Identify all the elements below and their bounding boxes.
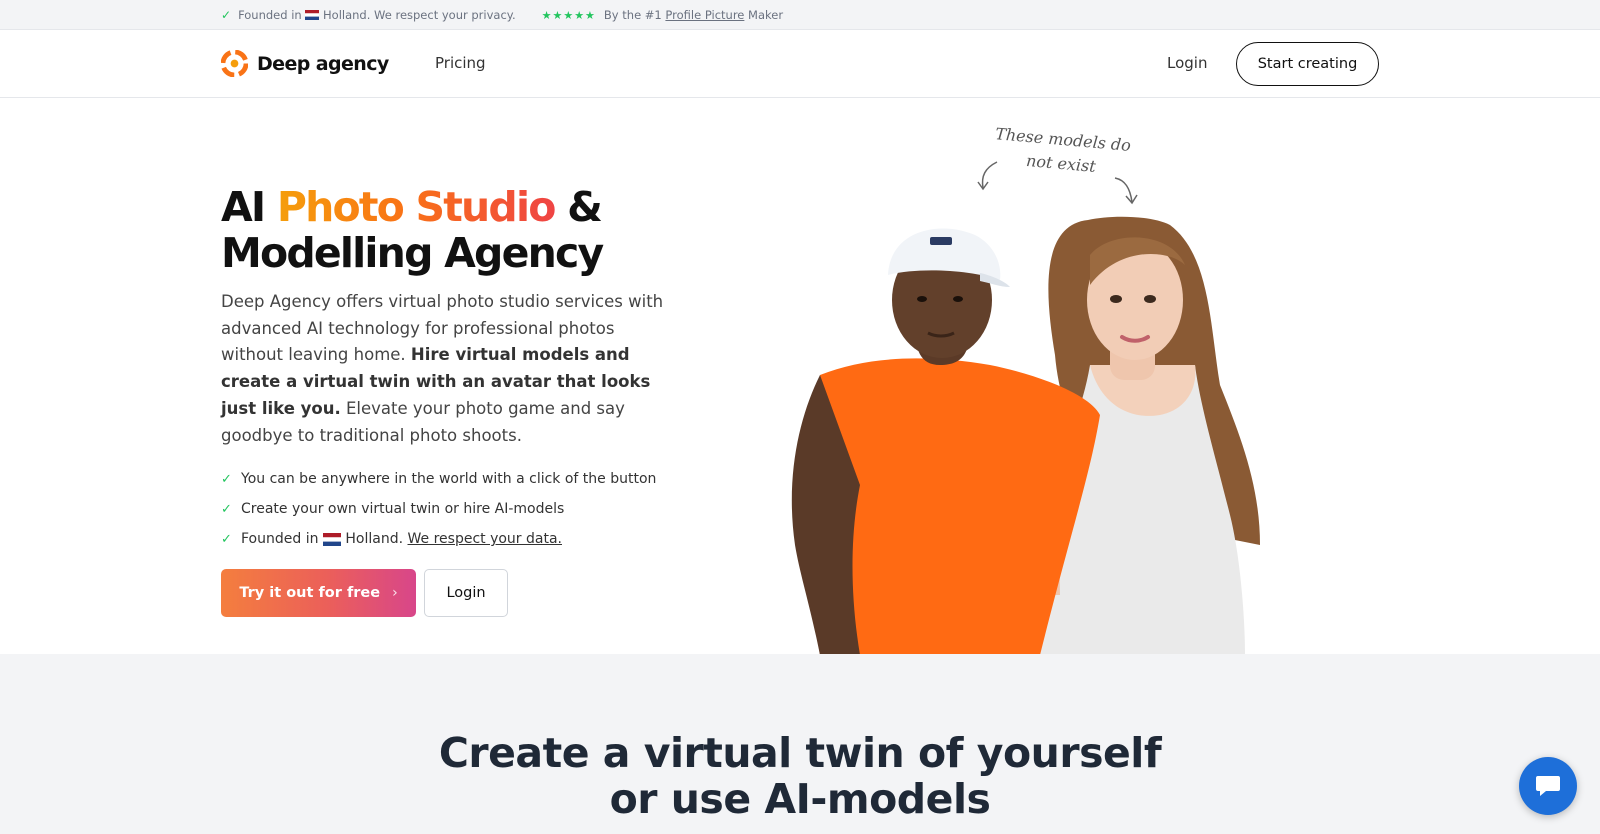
list-item: ✓ Founded in Holland. We respect your da…	[221, 524, 656, 554]
try-free-button[interactable]: Try it out for free ›	[221, 569, 416, 617]
hero-title-highlight: Photo Studio	[276, 183, 557, 231]
start-creating-button[interactable]: Start creating	[1236, 42, 1379, 86]
section-title-line1: Create a virtual twin of yourself	[438, 729, 1162, 777]
hero-login-button[interactable]: Login	[424, 569, 508, 617]
feature-text-middle: Holland.	[345, 531, 404, 547]
check-icon: ✓	[221, 501, 232, 517]
check-icon: ✓	[221, 8, 232, 22]
feature-list: ✓ You can be anywhere in the world with …	[221, 464, 656, 554]
ai-models-image	[791, 216, 1260, 655]
hero-title-ampersand: &	[567, 183, 603, 231]
feature-text: Create your own virtual twin or hire AI-…	[241, 501, 565, 517]
top-announcement-bar: ✓ Founded in Holland. We respect your pr…	[0, 0, 1600, 30]
feature-text-prefix: Founded in	[241, 531, 319, 547]
nav-login-link[interactable]: Login	[1167, 54, 1207, 72]
feature-text: You can be anywhere in the world with a …	[241, 471, 657, 487]
hero-title-line2: Modelling Agency	[221, 229, 604, 277]
logo[interactable]: Deep agency	[221, 50, 389, 77]
section-title-line2: or use AI-models	[609, 775, 991, 823]
rating-prefix: By the #1	[603, 8, 662, 22]
section-title: Create a virtual twin of yourself or use…	[0, 730, 1600, 822]
rating-stars-icon: ★★★★★	[541, 8, 596, 22]
list-item: ✓ Create your own virtual twin or hire A…	[221, 494, 656, 524]
virtual-twin-section: Create a virtual twin of yourself or use…	[0, 654, 1600, 834]
hero-title: AI Photo Studio & Modelling Agency	[221, 183, 604, 277]
chevron-right-icon: ›	[392, 585, 398, 601]
chat-icon	[1536, 776, 1560, 796]
main-navigation: Deep agency Pricing Login Start creating	[0, 30, 1600, 98]
check-icon: ✓	[221, 531, 232, 547]
netherlands-flag-icon	[305, 10, 320, 20]
list-item: ✓ You can be anywhere in the world with …	[221, 464, 656, 494]
founded-prefix: Founded in	[238, 8, 302, 22]
nav-pricing-link[interactable]: Pricing	[435, 54, 486, 72]
try-free-label: Try it out for free	[239, 585, 381, 601]
check-icon: ✓	[221, 471, 232, 487]
profile-picture-link[interactable]: Profile Picture	[665, 8, 744, 22]
respect-data-link[interactable]: We respect your data.	[408, 531, 563, 547]
founded-suffix: Holland. We respect your privacy.	[323, 8, 516, 22]
hero-title-ai: AI	[221, 183, 266, 231]
rating-suffix: Maker	[748, 8, 784, 22]
models-note-line1: These models do	[994, 124, 1132, 155]
arrow-icon	[977, 161, 1138, 205]
chat-launcher-button[interactable]	[1519, 757, 1577, 815]
logo-icon	[221, 50, 248, 77]
netherlands-flag-icon	[322, 532, 341, 546]
logo-text: Deep agency	[257, 52, 389, 75]
hero-description: Deep Agency offers virtual photo studio …	[221, 289, 681, 449]
